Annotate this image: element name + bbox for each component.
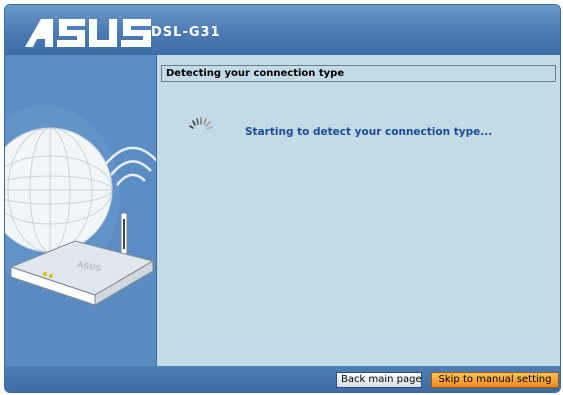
content-panel: Detecting your connection type Starting … xyxy=(157,55,560,366)
sidebar-illustration-panel: ASUS xyxy=(5,55,157,366)
back-main-page-button[interactable]: Back main page xyxy=(336,372,422,388)
asus-logo xyxy=(25,19,151,47)
footer-bar: Back main page Skip to manual setting xyxy=(5,366,560,392)
router-globe-illustration: ASUS xyxy=(5,105,156,306)
section-title: Detecting your connection type xyxy=(161,65,556,82)
loading-spinner-icon xyxy=(189,117,213,130)
header-bar: DSL-G31 xyxy=(5,5,560,55)
setup-wizard-window: DSL-G31 ASUS Detecting your connection t… xyxy=(4,4,561,393)
model-name: DSL-G31 xyxy=(151,25,221,40)
skip-to-manual-setting-button[interactable]: Skip to manual setting xyxy=(431,372,559,388)
detection-status-text: Starting to detect your connection type.… xyxy=(245,126,493,138)
